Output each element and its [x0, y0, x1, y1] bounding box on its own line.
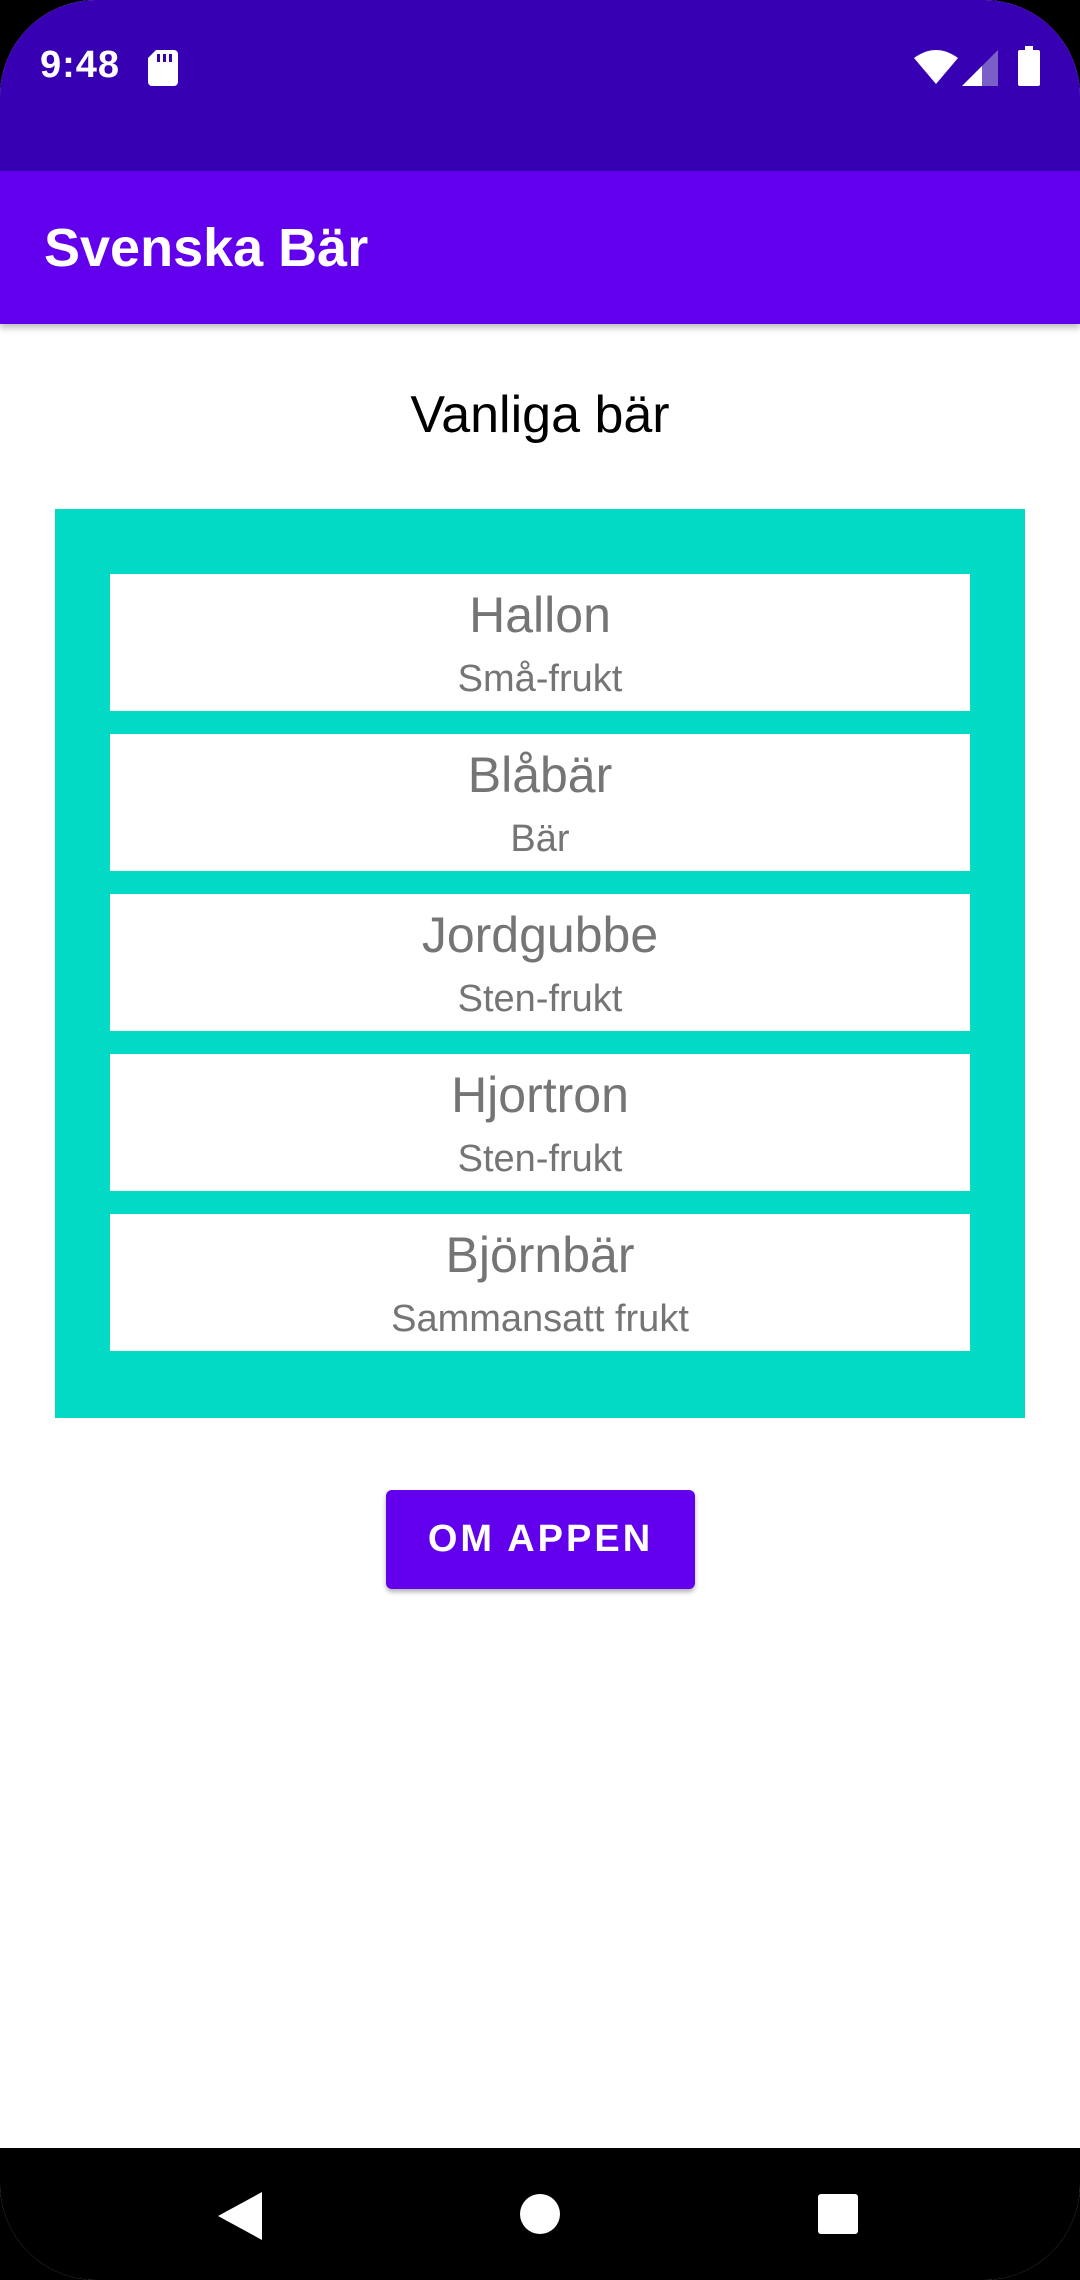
recents-icon[interactable]	[818, 2194, 858, 2234]
list-item-hallon[interactable]: Hallon Små-frukt	[110, 574, 970, 711]
list-item-bjornbar[interactable]: Björnbär Sammansatt frukt	[110, 1214, 970, 1351]
battery-icon	[1018, 46, 1040, 86]
phone-screen: 9:48 Svenska Bär Vanliga bär Hallon Små-…	[0, 0, 1080, 2280]
berry-name: Hallon	[469, 587, 611, 643]
wifi-icon	[914, 50, 958, 84]
berry-type: Sten-frukt	[457, 1138, 623, 1180]
berry-type: Sten-frukt	[457, 978, 623, 1020]
berry-type: Små-frukt	[457, 658, 623, 700]
section-title: Vanliga bär	[410, 386, 670, 444]
app-title: Svenska Bär	[44, 218, 369, 278]
home-icon[interactable]	[520, 2194, 560, 2234]
status-time: 9:48	[40, 44, 121, 86]
list-item-blabar[interactable]: Blåbär Bär	[110, 734, 970, 871]
berry-name: Blåbär	[467, 747, 613, 803]
list-item-hjortron[interactable]: Hjortron Sten-frukt	[110, 1054, 970, 1191]
berry-name: Björnbär	[445, 1227, 635, 1283]
berry-type: Sammansatt frukt	[391, 1298, 689, 1340]
cell-signal-icon	[962, 50, 998, 86]
app-bar: Svenska Bär	[0, 171, 1080, 324]
berry-type: Bär	[510, 818, 570, 860]
about-app-button[interactable]: OM APPEN	[386, 1490, 695, 1589]
status-bar: 9:48	[0, 0, 1080, 171]
berry-name: Hjortron	[451, 1067, 629, 1123]
berry-list: Hallon Små-frukt Blåbär Bär Jordgubbe St…	[55, 509, 1025, 1418]
navigation-bar	[0, 2148, 1080, 2280]
berry-name: Jordgubbe	[421, 907, 659, 963]
sd-card-icon	[148, 50, 178, 86]
back-icon[interactable]	[218, 2192, 262, 2240]
list-item-jordgubbe[interactable]: Jordgubbe Sten-frukt	[110, 894, 970, 1031]
